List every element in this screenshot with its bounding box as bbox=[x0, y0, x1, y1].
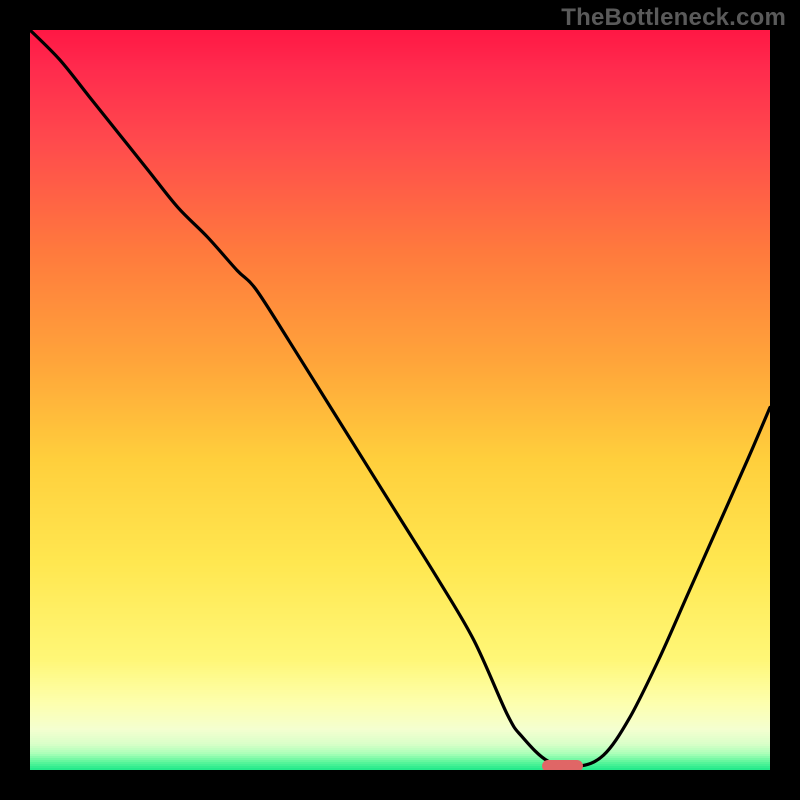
chart-frame: TheBottleneck.com bbox=[0, 0, 800, 800]
plot-area bbox=[30, 30, 770, 770]
watermark-text: TheBottleneck.com bbox=[561, 4, 786, 32]
gradient-strip bbox=[30, 768, 770, 770]
